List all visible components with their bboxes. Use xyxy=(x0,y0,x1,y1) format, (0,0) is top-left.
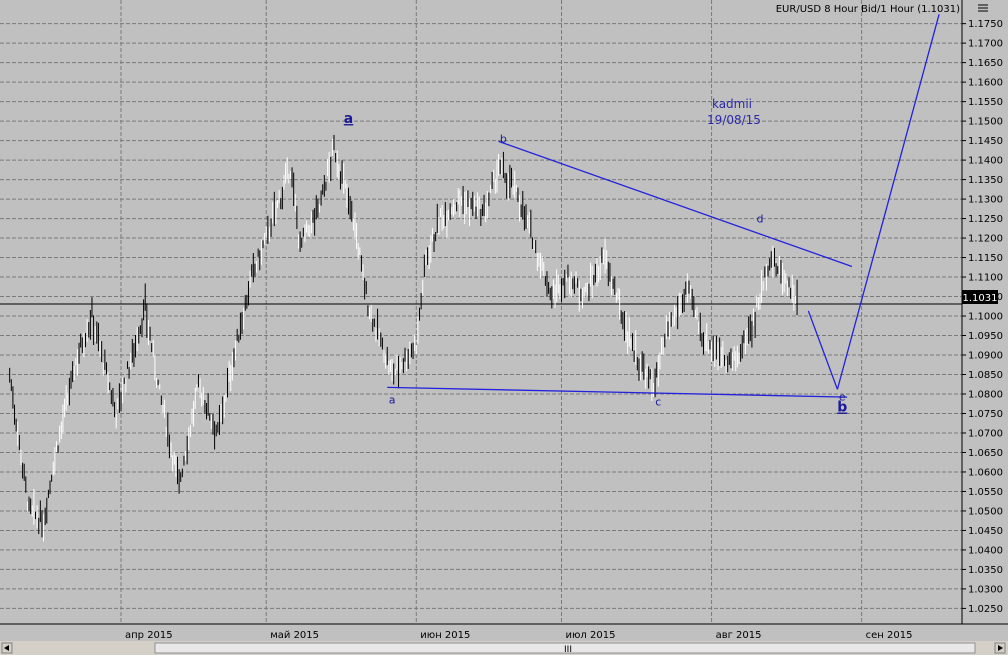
y-tick-label: 1.1650 xyxy=(968,58,1003,69)
y-tick-label: 1.0600 xyxy=(968,467,1003,478)
y-tick-label: 1.1750 xyxy=(968,19,1003,30)
current-price-value: 1.1031 xyxy=(963,293,998,304)
y-tick-label: 1.0800 xyxy=(968,389,1003,400)
y-tick-label: 1.0550 xyxy=(968,487,1003,498)
wave-label: b xyxy=(837,400,847,416)
y-tick-label: 1.1600 xyxy=(968,78,1003,89)
y-tick-label: 1.0350 xyxy=(968,565,1003,576)
y-tick-label: 1.1300 xyxy=(968,195,1003,206)
y-tick-label: 1.0650 xyxy=(968,448,1003,459)
y-tick-label: 1.0750 xyxy=(968,409,1003,420)
scrollbar-grip: III xyxy=(564,645,572,655)
chart[interactable]: aabcdeb 1.02501.03001.03501.04001.04501.… xyxy=(0,0,1008,655)
y-tick-label: 1.1100 xyxy=(968,273,1003,284)
y-tick-label: 1.0250 xyxy=(968,604,1003,615)
y-tick-label: 1.0900 xyxy=(968,351,1003,362)
y-tick-label: 1.0950 xyxy=(968,331,1003,342)
horizontal-scrollbar[interactable]: III xyxy=(0,641,1008,655)
x-tick-label: май 2015 xyxy=(270,630,319,641)
y-tick-label: 1.1250 xyxy=(968,214,1003,225)
y-tick-label: 1.0700 xyxy=(968,428,1003,439)
wave-label: d xyxy=(756,212,763,225)
y-tick-label: 1.1000 xyxy=(968,312,1003,323)
chart-title: EUR/USD 8 Hour Bid/1 Hour (1.1031) xyxy=(776,4,960,15)
y-tick-label: 1.0300 xyxy=(968,584,1003,595)
y-tick-label: 1.1500 xyxy=(968,117,1003,128)
wave-label: c xyxy=(655,396,661,409)
x-tick-label: авг 2015 xyxy=(716,630,762,641)
y-tick-label: 1.0500 xyxy=(968,506,1003,517)
y-tick-label: 1.1400 xyxy=(968,156,1003,167)
y-tick-label: 1.1700 xyxy=(968,39,1003,50)
wave-label: a xyxy=(389,394,396,407)
y-tick-label: 1.1200 xyxy=(968,234,1003,245)
x-tick-label: апр 2015 xyxy=(125,630,173,641)
chart-background xyxy=(0,0,1008,655)
y-tick-label: 1.0400 xyxy=(968,545,1003,556)
y-tick-label: 1.1350 xyxy=(968,175,1003,186)
y-tick-label: 1.1550 xyxy=(968,97,1003,108)
y-tick-label: 1.1150 xyxy=(968,253,1003,264)
note-date: 19/08/15 xyxy=(707,113,761,127)
x-tick-label: сен 2015 xyxy=(866,630,913,641)
y-tick-label: 1.0450 xyxy=(968,526,1003,537)
wave-label: a xyxy=(344,111,353,127)
wave-label: b xyxy=(500,133,507,146)
x-tick-label: июн 2015 xyxy=(420,630,470,641)
y-tick-label: 1.0850 xyxy=(968,370,1003,381)
note-author: kadmii xyxy=(712,97,752,111)
current-price-tag: 1.1031 xyxy=(962,290,998,304)
x-tick-label: июл 2015 xyxy=(566,630,616,641)
y-tick-label: 1.1450 xyxy=(968,136,1003,147)
settings-icon[interactable] xyxy=(976,2,990,14)
